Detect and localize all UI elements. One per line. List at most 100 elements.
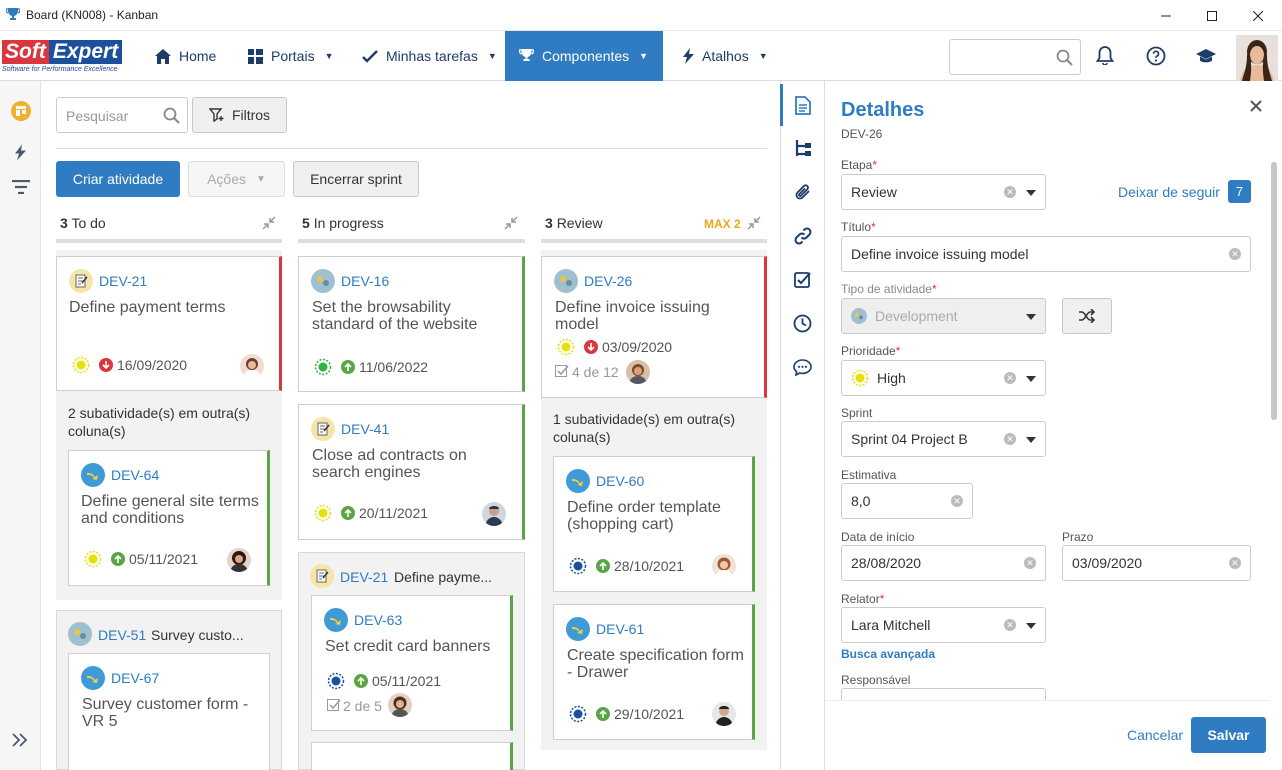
card-id[interactable]: DEV-67 [111,670,159,686]
etapa-select[interactable]: Review ✕ [841,174,1046,210]
kanban-card-selected[interactable]: DEV-26 Define invoice issuing model 03/0… [541,256,767,398]
expand-sidebar-icon[interactable] [12,733,28,747]
activity-type-select[interactable]: Development [841,298,1046,334]
start-date-input[interactable]: 28/08/2020 ✕ [841,545,1046,581]
kanban-card[interactable]: DEV-41 Close ad contracts on search engi… [298,404,525,540]
nav-portais-label: Portais [271,48,315,64]
scrollbar-thumb[interactable] [1271,162,1277,420]
nav-componentes[interactable]: Componentes ▼ [505,31,663,81]
kanban-card[interactable] [311,742,513,770]
help-icon[interactable] [1146,46,1166,66]
task-type-icon [554,269,578,293]
due-date-input[interactable]: 03/09/2020 ✕ [1062,545,1251,581]
end-sprint-button[interactable]: Encerrar sprint [293,161,419,197]
kanban-card[interactable]: DEV-60 Define order template (shopping c… [553,456,755,592]
collapse-icon[interactable] [747,216,761,230]
user-avatar[interactable] [1236,35,1278,81]
bolt-icon[interactable] [15,144,26,161]
checklist-icon [327,699,341,711]
on-time-arrow-icon [341,506,355,520]
assignee-avatar[interactable] [482,502,506,526]
filter-list-icon[interactable] [12,180,30,194]
kanban-card[interactable]: DEV-16 Set the browsability standard of … [298,256,525,392]
advanced-search-link[interactable]: Busca avançada [841,647,935,661]
tab-hierarchy[interactable] [780,126,825,170]
tab-details[interactable] [780,83,825,127]
cancel-button[interactable]: Cancelar [1127,727,1183,743]
comment-icon [793,358,812,376]
card-id[interactable]: DEV-51 [98,627,146,643]
field-label: Sprint [841,406,873,420]
save-button[interactable]: Salvar [1191,717,1266,753]
card-id[interactable]: DEV-16 [341,273,389,289]
card-id[interactable]: DEV-41 [341,421,389,437]
clear-icon[interactable]: ✕ [1004,186,1016,198]
kanban-card[interactable]: DEV-63 Set credit card banners 05/11/202… [311,595,513,731]
tab-comments[interactable] [780,345,825,389]
card-id[interactable]: DEV-26 [584,273,632,289]
close-window-button[interactable] [1235,0,1281,31]
clear-icon[interactable]: ✕ [1004,372,1016,384]
collapse-icon[interactable] [262,216,276,230]
priority-select[interactable]: High ✕ [841,360,1046,396]
tab-attachments[interactable] [780,170,825,214]
graduation-cap-icon[interactable] [1196,48,1216,64]
assignee-avatar[interactable] [712,554,736,578]
assignee-avatar[interactable] [227,548,251,572]
kanban-board-icon[interactable] [10,100,32,122]
clear-icon[interactable]: ✕ [1004,433,1016,445]
sprint-value: Sprint 04 Project B [851,431,968,447]
board-search-input[interactable]: Pesquisar [56,97,188,133]
bell-icon[interactable] [1096,46,1114,65]
nav-portais[interactable]: Portais ▼ [234,31,348,81]
minimize-button[interactable] [1143,0,1189,31]
card-id[interactable]: DEV-21 [340,569,388,585]
softexpert-logo[interactable]: Soft Expert Software for Performance Exc… [2,40,130,76]
actions-button[interactable]: Ações ▼ [188,161,285,197]
maximize-button[interactable] [1189,0,1235,31]
clear-icon[interactable]: ✕ [1229,557,1241,569]
collapse-icon[interactable] [504,216,518,230]
nav-home[interactable]: Home [141,31,230,81]
sprint-select[interactable]: Sprint 04 Project B ✕ [841,421,1046,457]
kanban-card[interactable]: DEV-21 Define payment terms 16/09/2020 [56,256,282,391]
nav-atalhos[interactable]: Atalhos ▼ [669,31,782,81]
chevron-down-icon[interactable] [1026,623,1036,629]
shuffle-button[interactable] [1062,298,1112,334]
assignee-avatar[interactable] [626,360,650,384]
tab-links[interactable] [780,214,825,258]
assignee-select[interactable] [841,688,1046,700]
tab-history[interactable] [780,301,825,345]
global-search-input[interactable] [949,39,1081,75]
filters-button[interactable]: Filtros [192,97,287,133]
assignee-avatar[interactable] [388,693,412,717]
card-id[interactable]: DEV-61 [596,621,644,637]
kanban-card[interactable]: DEV-64 Define general site terms and con… [68,450,270,586]
kanban-card[interactable]: DEV-61 Create specification form - Drawe… [553,604,755,740]
create-activity-button[interactable]: Criar atividade [56,161,180,197]
assignee-avatar[interactable] [240,354,264,378]
card-id[interactable]: DEV-64 [111,467,159,483]
card-id[interactable]: DEV-60 [596,473,644,489]
card-id[interactable]: DEV-63 [354,612,402,628]
clear-icon[interactable]: ✕ [1229,248,1241,260]
assignee-avatar[interactable] [712,702,736,726]
chevron-down-icon[interactable] [1026,376,1036,382]
title-input[interactable]: Define invoice issuing model ✕ [841,236,1251,272]
chevron-down-icon[interactable] [1026,314,1036,320]
nav-minhas-tarefas[interactable]: Minhas tarefas ▼ [348,31,511,81]
reporter-select[interactable]: Lara Mitchell ✕ [841,607,1046,643]
chevron-down-icon[interactable] [1026,190,1036,196]
clear-icon[interactable]: ✕ [951,495,963,507]
card-id[interactable]: DEV-21 [99,273,147,289]
estimate-input[interactable]: 8,0 ✕ [841,483,973,519]
chevron-down-icon[interactable] [1026,437,1036,443]
kanban-card[interactable]: DEV-67 Survey customer form - VR 5 [68,653,270,770]
followers-count-badge[interactable]: 7 [1228,180,1251,203]
close-panel-icon[interactable] [1249,99,1263,113]
tab-checklist[interactable] [780,258,825,302]
clear-icon[interactable]: ✕ [1004,619,1016,631]
clear-icon[interactable]: ✕ [1024,557,1036,569]
unfollow-link[interactable]: Deixar de seguir [1118,184,1220,200]
priority-high-icon [851,369,869,387]
